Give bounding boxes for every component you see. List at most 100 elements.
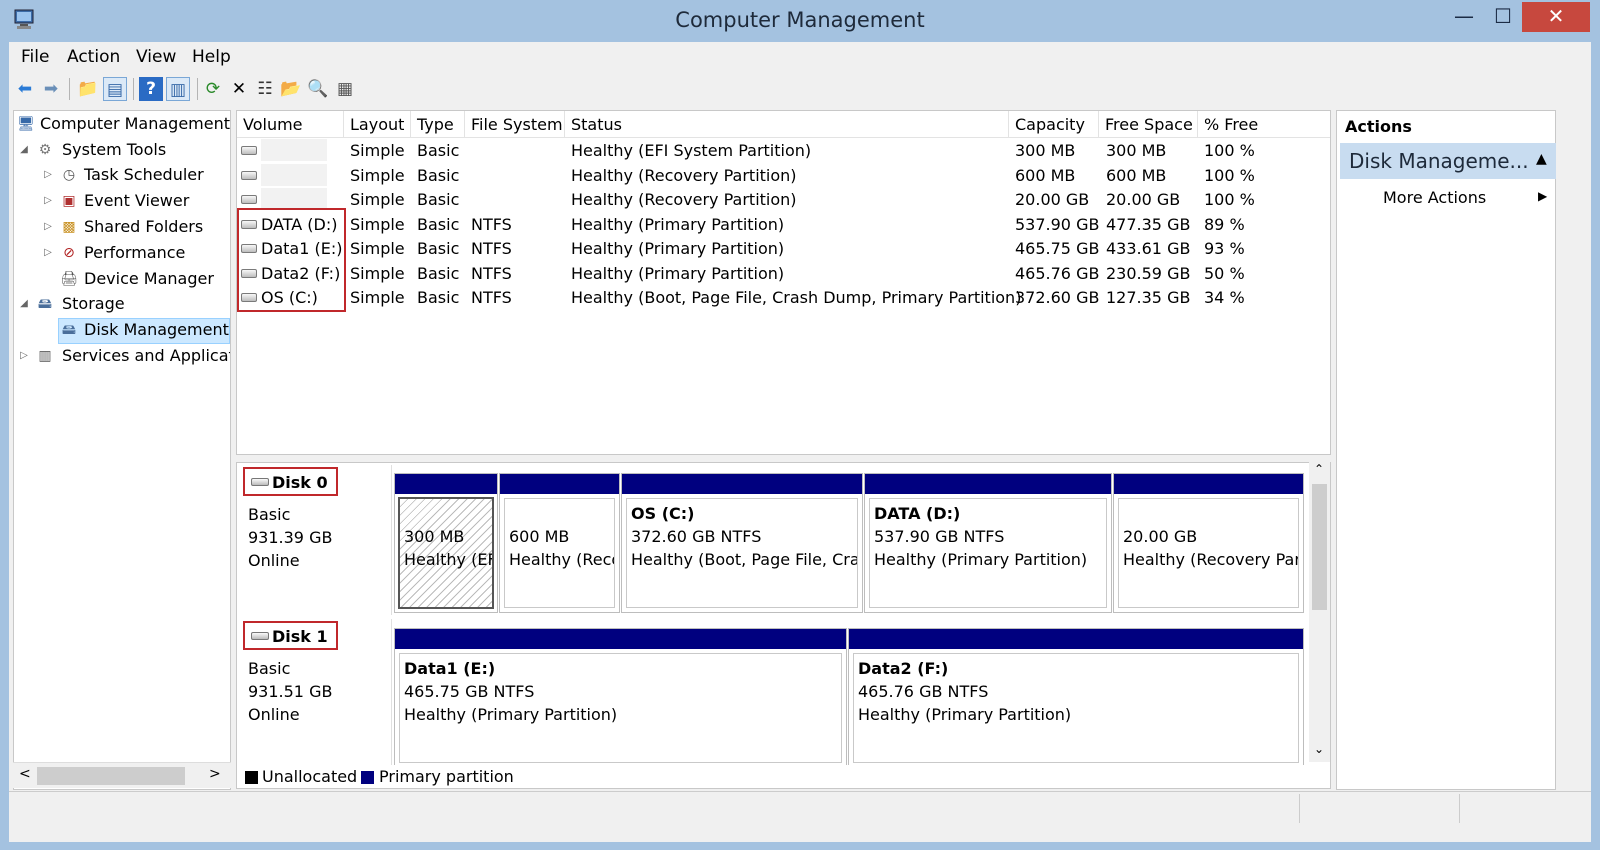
open-icon[interactable]: 📂 [279,77,303,101]
partition-status: Healthy (EF [404,550,493,569]
partition-data1-e[interactable]: Data1 (E:) 465.75 GB NTFS Healthy (Prima… [394,628,847,768]
volume-icon [241,146,257,155]
cell-capacity: 372.60 GB [1015,288,1100,307]
partition-size: 537.90 GB NTFS [874,527,1005,546]
menu-action[interactable]: Action [67,47,120,67]
expanded-arrow-icon[interactable]: ◢ [18,138,30,162]
disk-0-type: Basic [248,505,291,524]
actions-section-disk-management[interactable]: Disk Manageme... ▲ [1340,143,1556,179]
volume-icon [241,195,257,204]
disk-icon [251,478,269,486]
table-row[interactable]: Data2 (F:) Simple Basic NTFS Healthy (Primar… [237,262,1330,286]
collapsed-arrow-icon[interactable]: ▷ [42,163,54,187]
collapsed-arrow-icon[interactable]: ▷ [18,344,30,368]
event-viewer-icon: ▣ [62,193,76,209]
help-icon[interactable]: ? [139,77,163,101]
cell-pct: 93 % [1204,239,1245,258]
column-header-free-space[interactable]: Free Space [1099,111,1198,138]
collapsed-arrow-icon[interactable]: ▷ [42,241,54,265]
cell-pct: 89 % [1204,214,1245,234]
column-header-file-system[interactable]: File System [465,111,565,138]
delete-icon[interactable]: ✕ [227,77,251,101]
menu-help[interactable]: Help [192,47,231,67]
column-header-type[interactable]: Type [411,111,465,138]
search-icon[interactable]: 🔍 [306,77,330,101]
show-hide-tree-icon[interactable]: ▤ [103,77,127,101]
refresh-icon[interactable]: ⟳ [201,77,225,101]
partition-body: 20.00 GB Healthy (Recovery Part [1118,498,1299,608]
partition-body: 300 MB Healthy (EF [398,497,494,609]
tree-item-label: Task Scheduler [84,165,204,184]
tree-item-label: System Tools [62,140,167,159]
table-row[interactable]: Simple Basic Healthy (EFI System Partition… [237,139,1330,163]
volume-icon [241,170,257,180]
partition-title: OS (C:) [631,504,695,523]
collapse-arrow-icon[interactable]: ▲ [1536,151,1547,167]
expanded-arrow-icon[interactable]: ◢ [18,292,30,316]
cell-type: Basic [417,165,460,185]
menu-bar: File Action View Help [9,44,1591,72]
cell-type: Basic [417,239,460,258]
minimize-button[interactable]: — [1446,2,1482,32]
cell-layout: Simple [350,288,405,307]
toolbar: ⬅ ➡ 📁 ▤ ? ▥ ⟳ ✕ ☷ 📂 🔍 ▦ [9,74,1591,104]
partition-recovery-600mb[interactable]: 600 MB Healthy (Reco [499,473,620,613]
disk-1-header[interactable]: Disk 1 Basic 931.51 GB Online [237,619,392,769]
scroll-right-icon[interactable]: > [209,766,221,782]
disk-0-size: 931.39 GB [248,528,333,547]
partition-os-c[interactable]: OS (C:) 372.60 GB NTFS Healthy (Boot, Pa… [621,473,863,613]
column-header-capacity[interactable]: Capacity [1009,111,1099,138]
close-button[interactable]: ✕ [1522,2,1590,32]
show-action-pane-icon[interactable]: ▥ [166,77,190,101]
scroll-up-icon[interactable]: ⌃ [1314,462,1324,476]
export-icon[interactable]: ▦ [333,77,357,101]
tree-horizontal-scrollbar[interactable]: < > [13,762,231,788]
column-header-status[interactable]: Status [565,111,1009,138]
partition-efi[interactable]: 300 MB Healthy (EF [394,473,498,613]
partition-status: Healthy (Reco [509,550,615,569]
cell-status: Healthy (Primary Partition) [571,239,785,258]
forward-arrow-icon[interactable]: ➡ [39,77,63,101]
table-row[interactable]: Simple Basic Healthy (Recovery Partition) 2… [237,188,1330,212]
cell-free: 230.59 GB [1106,263,1191,283]
scroll-left-icon[interactable]: < [19,766,31,782]
tree-item-label: Disk Management [84,320,229,339]
partition-data2-f[interactable]: Data2 (F:) 465.76 GB NTFS Healthy (Prima… [848,628,1304,768]
partition-recovery-20gb[interactable]: 20.00 GB Healthy (Recovery Part [1113,473,1304,613]
column-header-volume[interactable]: Volume [237,111,344,138]
table-row[interactable]: DATA (D:) Simple Basic NTFS Healthy (Primary… [237,213,1330,237]
performance-icon: ⊘ [63,245,75,261]
up-folder-icon[interactable]: 📁 [76,77,100,101]
cell-capacity: 537.90 GB [1015,214,1100,234]
scroll-down-icon[interactable]: ⌄ [1314,742,1324,756]
cell-pct: 100 % [1204,190,1255,209]
disk-0-header[interactable]: Disk 0 Basic 931.39 GB Online [237,465,392,615]
scrollbar-thumb[interactable] [37,767,185,785]
back-arrow-icon[interactable]: ⬅ [13,77,37,101]
column-header-percent-free[interactable]: % Free [1198,111,1330,138]
partition-bar [849,629,1303,649]
volume-name-empty [261,139,327,161]
cell-type: Basic [417,263,460,283]
cell-fs: NTFS [471,263,512,283]
more-actions-item[interactable]: More Actions ▶ [1340,186,1556,212]
scrollbar-thumb[interactable] [1312,484,1327,610]
menu-file[interactable]: File [21,47,49,67]
collapsed-arrow-icon[interactable]: ▷ [42,189,54,213]
table-row[interactable]: OS (C:) Simple Basic NTFS Healthy (Boot, Pag… [237,286,1330,310]
collapsed-arrow-icon[interactable]: ▷ [42,215,54,239]
menu-view[interactable]: View [136,47,176,67]
volume-list: Volume Layout Type File System Status Ca… [236,110,1331,455]
properties-icon[interactable]: ☷ [253,77,277,101]
partition-data-d[interactable]: DATA (D:) 537.90 GB NTFS Healthy (Primar… [864,473,1112,613]
cell-layout: Simple [350,165,405,185]
actions-title: Actions [1345,117,1412,136]
maximize-button[interactable]: ☐ [1485,2,1521,32]
disk-view-vertical-scrollbar[interactable]: ⌃ ⌄ [1309,462,1330,762]
table-row[interactable]: Simple Basic Healthy (Recovery Partition) 6… [237,163,1330,188]
column-header-layout[interactable]: Layout [344,111,411,138]
cell-layout: Simple [350,141,405,160]
cell-type: Basic [417,141,460,160]
partition-bar [395,629,846,649]
table-row[interactable]: Data1 (E:) Simple Basic NTFS Healthy (Primar… [237,237,1330,261]
